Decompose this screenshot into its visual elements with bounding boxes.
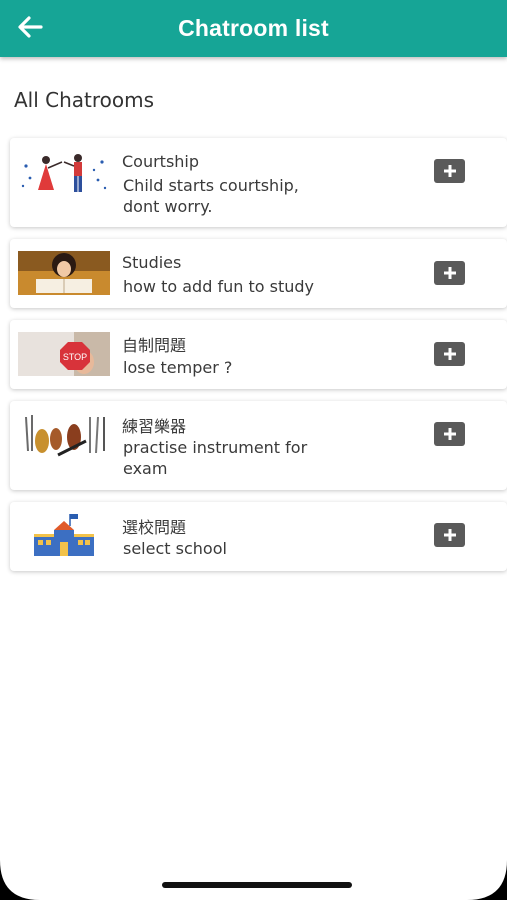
chatroom-subtitle: lose temper ?	[123, 358, 233, 377]
chatroom-subtitle: select school	[123, 539, 227, 558]
chatroom-subtitle: practise instrument for exam	[123, 437, 353, 479]
chatroom-card-temper[interactable]: STOP 自制問題 lose temper ?	[10, 320, 507, 389]
chatroom-subtitle-line: Child starts courtship,	[123, 176, 299, 195]
chatroom-title: 選校問題	[122, 518, 187, 537]
screen-corner-right	[467, 860, 507, 900]
app-bar: Chatroom list	[0, 0, 507, 57]
join-chatroom-button[interactable]	[434, 523, 465, 547]
chatroom-card-school[interactable]: 選校問題 select school	[10, 502, 507, 571]
join-chatroom-button[interactable]	[434, 159, 465, 183]
join-chatroom-button[interactable]	[434, 342, 465, 366]
plus-square-icon	[443, 529, 456, 541]
join-chatroom-button[interactable]	[434, 422, 465, 446]
chatroom-card-instrument[interactable]: 練習樂器 practise instrument for exam	[10, 401, 507, 490]
chatroom-subtitle: Child starts courtship, dont worry.	[123, 175, 353, 217]
chatroom-subtitle-line: practise instrument for	[123, 438, 308, 457]
instruments-image	[18, 411, 110, 459]
studying-child-image	[18, 251, 110, 295]
home-indicator[interactable]	[162, 882, 352, 888]
join-chatroom-button[interactable]	[434, 261, 465, 285]
arrow-left-icon	[18, 16, 43, 38]
plus-square-icon	[443, 348, 456, 360]
chatroom-title: 自制問題	[122, 336, 187, 355]
chatroom-subtitle-line: dont worry.	[123, 197, 213, 216]
plus-square-icon	[443, 267, 456, 279]
page-title: Chatroom list	[178, 15, 329, 41]
chatroom-card-studies[interactable]: Studies how to add fun to study	[10, 239, 507, 308]
plus-square-icon	[443, 165, 456, 177]
chatroom-subtitle-text: Child starts courtship, dont worry.	[123, 175, 353, 217]
svg-text:STOP: STOP	[63, 352, 87, 362]
back-button[interactable]	[14, 12, 46, 42]
chatroom-title: Courtship	[122, 152, 200, 171]
chatroom-subtitle-text: practise instrument for exam	[123, 437, 353, 479]
plus-square-icon	[443, 428, 456, 440]
chatroom-subtitle-line: exam	[123, 459, 168, 478]
chatroom-title: 練習樂器	[122, 417, 187, 436]
chatroom-card-courtship[interactable]: Courtship Child starts courtship, dont wo…	[10, 138, 507, 227]
dancing-couple-image	[18, 150, 110, 198]
chatroom-title: Studies	[122, 253, 182, 272]
stop-sign-image: STOP	[18, 332, 110, 376]
chatroom-subtitle: how to add fun to study	[123, 277, 314, 296]
screen-corner-left	[0, 860, 40, 900]
section-title: All Chatrooms	[14, 88, 155, 112]
school-building-image	[18, 512, 110, 560]
